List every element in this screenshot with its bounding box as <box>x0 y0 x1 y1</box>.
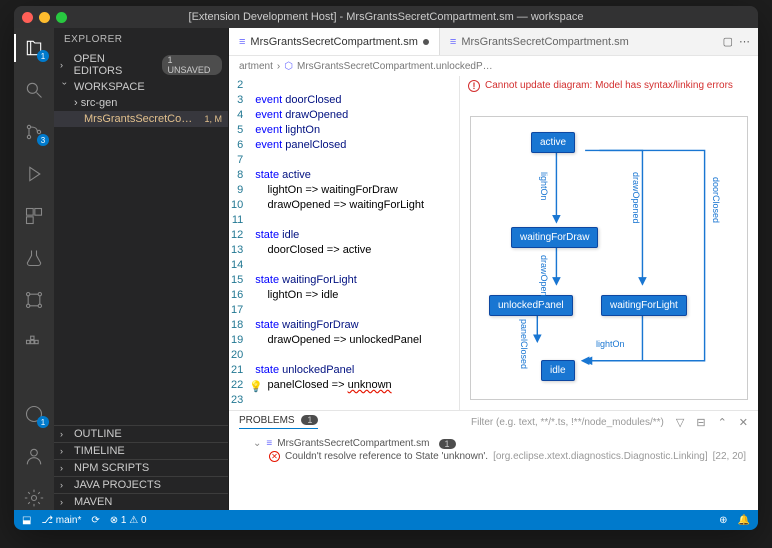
expand-icon[interactable]: ⌃ <box>718 416 727 429</box>
tabbar: ≡MrsGrantsSecretCompartment.sm ≡MrsGrant… <box>229 28 758 56</box>
error-warning-status[interactable]: ⊗ 1 ⚠ 0 <box>110 515 147 526</box>
timeline-section[interactable]: ›TIMELINE <box>54 442 228 459</box>
ports-icon[interactable] <box>22 288 46 312</box>
close-panel-icon[interactable]: ✕ <box>739 416 748 429</box>
sync-icon[interactable]: ⟳ <box>91 515 99 526</box>
tab-editor[interactable]: ≡MrsGrantsSecretCompartment.sm <box>229 28 439 55</box>
tab-label: MrsGrantsSecretCompartment.sm <box>250 36 417 48</box>
statusbar: ⬓ ⎇ main* ⟳ ⊗ 1 ⚠ 0 ⊕ 🔔 <box>14 510 758 530</box>
unsaved-badge: 1 UNSAVED <box>162 55 223 75</box>
git-branch[interactable]: ⎇ main* <box>41 515 81 526</box>
problem-file[interactable]: ⌄≡MrsGrantsSecretCompartment.sm1 <box>239 437 748 450</box>
code-editor[interactable]: 234567891011121314151617181920212223 eve… <box>229 76 459 410</box>
open-editors-label: OPEN EDITORS <box>74 53 154 77</box>
sidebar: EXPLORER ›OPEN EDITORS1 UNSAVED ›WORKSPA… <box>54 28 229 510</box>
file-name: MrsGrantsSecretCompartm… <box>84 113 200 125</box>
gutter: 234567891011121314151617181920212223 <box>229 76 251 410</box>
explorer-badge: 1 <box>37 50 49 62</box>
scm-badge: 3 <box>37 134 49 146</box>
open-editors-section[interactable]: ›OPEN EDITORS1 UNSAVED <box>54 51 228 79</box>
error-icon: ✕ <box>269 451 280 462</box>
activitybar: 1 3 1 <box>14 28 54 510</box>
feedback-icon[interactable]: ⊕ <box>719 515 727 526</box>
file-item[interactable]: MrsGrantsSecretCompartm…1, M <box>54 111 228 127</box>
workspace-label: WORKSPACE <box>74 81 145 93</box>
more-icon[interactable]: ⋯ <box>739 35 750 48</box>
titlebar: [Extension Development Host] - MrsGrants… <box>14 6 758 28</box>
dirty-icon <box>423 39 429 45</box>
diagram-pane: !Cannot update diagram: Model has syntax… <box>459 76 758 410</box>
testing-icon[interactable] <box>22 246 46 270</box>
extensions-icon[interactable] <box>22 204 46 228</box>
sidebar-title: EXPLORER <box>54 28 228 51</box>
breadcrumb[interactable]: artment›⬡MrsGrantsSecretCompartment.unlo… <box>229 56 758 76</box>
tab-diagram[interactable]: ≡MrsGrantsSecretCompartment.sm <box>439 28 639 55</box>
split-layout-icon[interactable]: ▢ <box>723 35 733 48</box>
problem-item[interactable]: ✕Couldn't resolve reference to State 'un… <box>239 450 748 463</box>
folder-name: src-gen <box>81 97 118 109</box>
edge-label: lightOn <box>539 172 549 201</box>
account-icon[interactable] <box>22 444 46 468</box>
state-active[interactable]: active <box>531 132 575 153</box>
filter-input[interactable]: Filter (e.g. text, **/*.ts, !**/node_mod… <box>471 417 664 428</box>
edge-label: lightOn <box>596 339 625 349</box>
error-icon: ! <box>468 80 480 92</box>
maven-section[interactable]: ›MAVEN <box>54 493 228 510</box>
edge-label: drawOpened <box>631 172 641 224</box>
editor-area: ≡MrsGrantsSecretCompartment.sm ≡MrsGrant… <box>229 28 758 510</box>
npm-section[interactable]: ›NPM SCRIPTS <box>54 459 228 476</box>
settings-icon[interactable] <box>22 486 46 510</box>
problems-panel: PROBLEMS 1 Filter (e.g. text, **/*.ts, !… <box>229 410 758 510</box>
edge-label: drawOpened <box>539 255 549 307</box>
workspace-section[interactable]: ›WORKSPACE <box>54 79 228 95</box>
diagram-error: !Cannot update diagram: Model has syntax… <box>468 80 750 92</box>
java-section[interactable]: ›JAVA PROJECTS <box>54 476 228 493</box>
folder-item[interactable]: › src-gen <box>54 95 228 111</box>
ext-status-icon[interactable]: 1 <box>22 402 46 426</box>
remote-indicator[interactable]: ⬓ <box>22 515 31 526</box>
state-idle[interactable]: idle <box>541 360 575 381</box>
filter-icon[interactable]: ▽ <box>676 416 684 429</box>
ext-badge: 1 <box>37 416 49 428</box>
debug-icon[interactable] <box>22 162 46 186</box>
code[interactable]: event doorClosed event drawOpened event … <box>251 76 428 410</box>
scm-icon[interactable]: 3 <box>22 120 46 144</box>
docker-icon[interactable] <box>22 330 46 354</box>
edge-label: panelClosed <box>519 319 529 369</box>
state-unlockedpanel[interactable]: unlockedPanel <box>489 295 573 316</box>
state-waitingforlight[interactable]: waitingForLight <box>601 295 687 316</box>
notifications-icon[interactable]: 🔔 <box>738 515 750 526</box>
lightbulb-icon[interactable]: 💡 <box>249 380 263 393</box>
search-icon[interactable] <box>22 78 46 102</box>
explorer-icon[interactable]: 1 <box>22 36 46 60</box>
state-waitingfordraw[interactable]: waitingForDraw <box>511 227 598 248</box>
edge-label: doorClosed <box>711 177 721 223</box>
collapse-icon[interactable]: ⊟ <box>696 416 705 429</box>
tab-label: MrsGrantsSecretCompartment.sm <box>461 36 628 48</box>
problems-tab[interactable]: PROBLEMS 1 <box>239 415 318 429</box>
diagram[interactable]: active waitingForDraw unlockedPanel wait… <box>470 116 748 400</box>
window-title: [Extension Development Host] - MrsGrants… <box>14 11 758 23</box>
outline-section[interactable]: ›OUTLINE <box>54 425 228 442</box>
